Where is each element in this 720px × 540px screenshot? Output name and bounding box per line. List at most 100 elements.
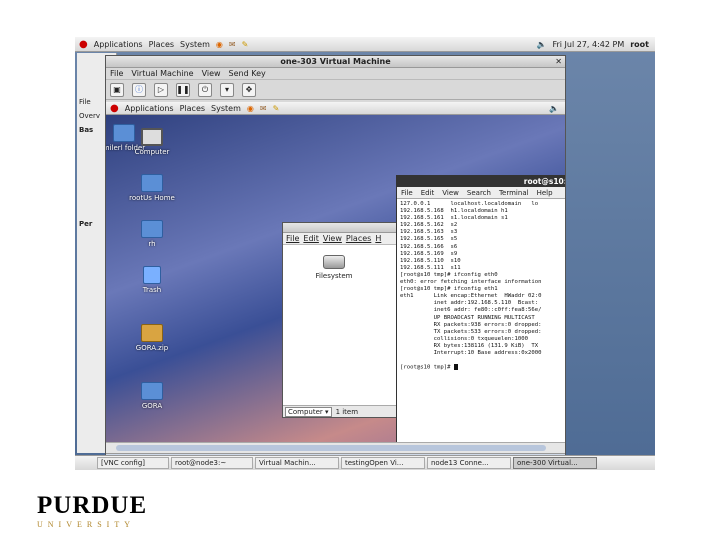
desktop-icon-computer[interactable]: Computer [120,128,184,156]
terminal-line: 192.168.5.111 s11 [400,264,461,271]
power-icon[interactable]: ⏻ [198,82,212,97]
file-manager-statusbar: Computer ▾ 1 item [283,405,397,417]
filesystem-item[interactable]: Filesystem [309,255,359,280]
terminal-title: root@s10:/usr [523,177,565,186]
vm-title: one-303 Virtual Machine [280,57,391,66]
desktop-icon-zip[interactable]: GORA.zip [120,324,184,352]
terminal-output[interactable]: 127.0.0.1 localhost.localdomain lo 192.16… [397,199,565,442]
fm-menu-help[interactable]: H [375,234,381,243]
task-virtual-machine[interactable]: Virtual Machin... [255,457,339,469]
term-menu-search[interactable]: Search [467,189,491,197]
guest-email-icon[interactable]: ✉ [260,104,267,113]
pause-icon[interactable]: ❚❚ [176,82,190,97]
guest-firefox-icon[interactable]: ◉ [247,104,254,113]
close-icon[interactable]: ✕ [555,56,562,68]
host-taskbar: [VNC config] root@node3:~ Virtual Machin… [75,455,655,470]
task-node13[interactable]: node13 Conne... [427,457,511,469]
computer-icon [141,128,163,146]
guest-volume-icon[interactable]: 🔈 [549,104,559,113]
drive-icon [323,255,345,269]
item-count: 1 item [335,407,359,416]
terminal-line: 192.168.5.110 s10 [400,257,461,264]
desktop-icon-label: Computer [134,148,170,156]
terminal-line: 192.168.5.163 s3 [400,229,458,236]
play-icon[interactable]: ▷ [154,82,168,97]
term-menu-terminal[interactable]: Terminal [499,189,529,197]
home-folder-icon [141,174,163,192]
volume-icon[interactable]: 🔈 [536,40,546,49]
terminal-line: eth0: error fetching interface informati… [400,279,542,286]
terminal-line: Interrupt:10 Base address:0x2000 [400,349,542,356]
file-manager-menubar: File Edit View Places H [283,233,397,245]
notes-icon[interactable]: ✎ [242,40,249,49]
purdue-logo: PURDUE UNIVERSITY [37,492,148,530]
desktop-icon-rh[interactable]: rh [120,220,184,248]
trash-icon [143,266,161,284]
term-menu-view[interactable]: View [442,189,459,197]
guest-menu-system[interactable]: System [211,104,241,113]
desktop-icon-label: rh [148,240,156,248]
host-desktop: ● Applications Places System ◉ ✉ ✎ 🔈 Fri… [75,37,655,470]
host-menu-places[interactable]: Places [149,40,174,49]
task-terminal[interactable]: root@node3:~ [171,457,253,469]
term-menu-file[interactable]: File [401,189,413,197]
terminal-titlebar[interactable]: root@s10:/usr [397,176,565,187]
vm-menu-send-key[interactable]: Send Key [229,69,266,78]
host-clock[interactable]: Fri Jul 27, 4:42 PM [552,40,624,49]
term-menu-edit[interactable]: Edit [421,189,435,197]
terminal-line: [root@s10 tmp]# ifconfig eth1 [400,286,498,293]
host-top-panel: ● Applications Places System ◉ ✉ ✎ 🔈 Fri… [75,37,655,52]
folder-icon [141,382,163,400]
host-menu-applications[interactable]: Applications [94,40,143,49]
vm-menu-file[interactable]: File [110,69,123,78]
desktop-icon-label: GORA.zip [135,344,169,352]
guest-desktop[interactable]: ● Applications Places System ◉ ✉ ✎ 🔈 mil… [106,102,565,442]
fm-menu-places[interactable]: Places [346,234,371,243]
terminal-menubar: File Edit View Search Terminal Help [397,187,565,199]
firefox-icon[interactable]: ◉ [216,40,223,49]
terminal-line: 192.168.5.169 s9 [400,250,458,257]
terminal-line: TX packets:533 errors:0 dropped: [400,328,542,335]
terminal-line: RX bytes:138116 (131.9 KiB) TX [400,342,539,349]
location-value: Computer [288,407,323,416]
task-one-300[interactable]: one-300 Virtual... [513,457,597,469]
terminal-line: inet6 addr: fe80::c0ff:fea8:56e/ [400,307,542,314]
fm-menu-file[interactable]: File [286,234,299,243]
console-icon[interactable]: ▣ [110,82,124,97]
terminal-line: RX packets:938 errors:0 dropped: [400,321,542,328]
desktop-icon-home[interactable]: rootUs Home [120,174,184,202]
desktop-icon-trash[interactable]: Trash [120,266,184,294]
guest-redhat-icon: ● [110,102,119,114]
info-icon[interactable]: ⓘ [132,82,146,97]
fm-menu-view[interactable]: View [323,234,342,243]
chevron-down-icon[interactable]: ▾ [220,82,234,97]
vm-window: one-303 Virtual Machine ✕ File Virtual M… [105,55,566,470]
terminal-window: root@s10:/usr File Edit View Search Term… [396,175,565,442]
redhat-logo-icon: ● [79,38,88,50]
file-manager-titlebar[interactable] [283,223,397,233]
terminal-line: eth1 Link encap:Ethernet HWaddr 02:0 [400,293,542,300]
desktop-icon-label: Trash [142,286,162,294]
task-testing[interactable]: testingOpen Vi... [341,457,425,469]
fm-menu-edit[interactable]: Edit [303,234,319,243]
guest-menu-applications[interactable]: Applications [125,104,174,113]
vm-menu-view[interactable]: View [202,69,221,78]
scroll-thumb[interactable] [116,445,546,451]
guest-menu-places[interactable]: Places [180,104,205,113]
term-menu-help[interactable]: Help [537,189,553,197]
host-menu-system[interactable]: System [180,40,210,49]
desktop-icon-gora[interactable]: GORA [120,382,184,410]
vm-horizontal-scrollbar[interactable] [106,442,565,453]
terminal-line: 192.168.5.162 s2 [400,222,458,229]
vm-titlebar[interactable]: one-303 Virtual Machine ✕ [106,56,565,68]
file-manager-window: File Edit View Places H Filesystem Compu… [282,222,398,418]
location-select[interactable]: Computer ▾ [285,406,332,417]
email-icon[interactable]: ✉ [229,40,236,49]
fullscreen-icon[interactable]: ✥ [242,82,256,97]
host-user[interactable]: root [630,40,649,49]
vm-menu-virtual-machine[interactable]: Virtual Machine [131,69,193,78]
logo-subtitle: UNIVERSITY [37,520,135,529]
task-vnc-config[interactable]: [VNC config] [97,457,169,469]
logo-wordmark: PURDUE [37,492,148,519]
guest-notes-icon[interactable]: ✎ [273,104,280,113]
